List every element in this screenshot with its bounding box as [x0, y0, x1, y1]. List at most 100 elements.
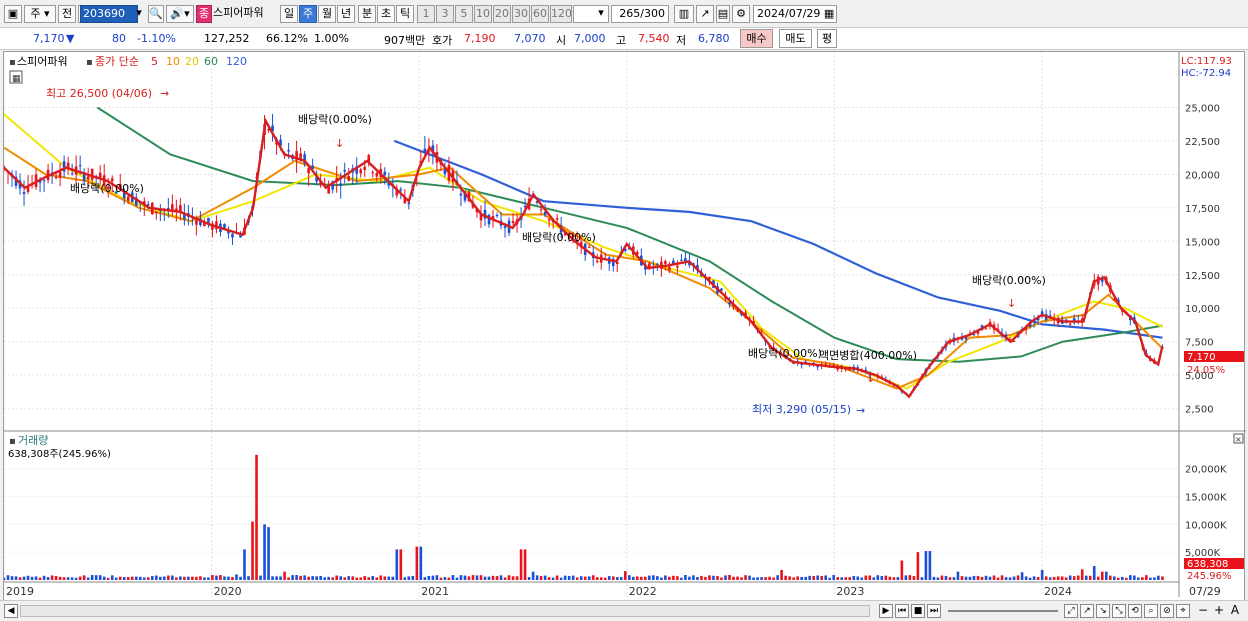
volume-bar — [42, 575, 46, 580]
chart-tool-icon-6[interactable]: ⌕ — [1144, 604, 1158, 618]
tab-week[interactable]: 주 — [299, 5, 317, 23]
volume-bar — [383, 576, 387, 580]
sell-button[interactable]: 매도 — [779, 29, 812, 48]
window-icon[interactable]: ▣ — [4, 5, 22, 23]
volume-bar — [423, 577, 427, 580]
chart-tool-icon-5[interactable]: ⟲ — [1128, 604, 1142, 618]
last-price-tag: 7,170 — [1187, 352, 1216, 363]
zoom-in-button[interactable]: + — [1212, 604, 1226, 618]
y-tick-label: 17,500 — [1185, 204, 1220, 215]
candle-type-icon[interactable]: ▥ — [674, 5, 694, 23]
calendar-icon[interactable]: ▦ — [824, 7, 834, 20]
speaker-icon[interactable]: 🔊▾ — [166, 5, 194, 23]
chart-panel[interactable]: ▪ 스피어파워 ▪ 종가 단순 5 10 20 60 120 ▦ LC:117.… — [2, 51, 1246, 610]
candle-body — [195, 220, 198, 225]
volume-bar — [860, 577, 864, 580]
interval-30[interactable]: 30 — [512, 5, 530, 23]
zoom-slider[interactable] — [948, 610, 1058, 612]
horizontal-scrollbar[interactable] — [20, 605, 870, 617]
chart-tool-icon-1[interactable]: ⤢ — [1064, 604, 1078, 618]
annotation-dividend-5: 배당락(0.00%) — [972, 274, 1046, 287]
gear-icon[interactable]: ⚙ — [732, 5, 750, 23]
code-dropdown-icon[interactable]: ▾ — [132, 5, 146, 23]
tab-second[interactable]: 초 — [377, 5, 395, 23]
lc-label: LC:117.93 — [1181, 56, 1232, 67]
last-page-icon[interactable]: ⏭ — [927, 604, 941, 618]
price-volume-chart[interactable]: ▪ 스피어파워 ▪ 종가 단순 5 10 20 60 120 ▦ LC:117.… — [2, 52, 1246, 610]
chart-tool-icon-3[interactable]: ↘ — [1096, 604, 1110, 618]
volume-bar — [1096, 576, 1100, 580]
before-button[interactable]: 전 — [58, 5, 76, 23]
volume-bar — [944, 575, 948, 580]
stock-code-input[interactable]: 203690 — [80, 5, 138, 23]
volume-bar — [784, 575, 787, 580]
volume-bar — [752, 577, 755, 580]
volume-bar — [852, 575, 856, 580]
font-size-button[interactable]: A — [1228, 604, 1242, 618]
custom-interval-dropdown-icon[interactable]: ▾ — [594, 5, 608, 23]
search-icon[interactable]: 🔍 — [148, 5, 164, 23]
volume-bar — [692, 575, 695, 580]
draw-line-icon[interactable]: ↗ — [696, 5, 714, 23]
ma20-line — [3, 113, 1163, 390]
volume-bar — [86, 577, 90, 580]
volume-bar — [940, 575, 944, 580]
first-page-icon[interactable]: ⏮ — [895, 604, 909, 618]
buy-button[interactable]: 매수 — [740, 29, 773, 48]
volume-bar — [179, 576, 182, 580]
chart-tool-icon-7[interactable]: ⊘ — [1160, 604, 1174, 618]
chart-tool-icon-4[interactable]: ⤡ — [1112, 604, 1126, 618]
volume-bar — [243, 549, 246, 580]
chart-tool-icon-2[interactable]: ↗ — [1080, 604, 1094, 618]
interval-10[interactable]: 10 — [474, 5, 492, 23]
volume-axis: 20,000K 15,000K 10,000K 5,000K — [1185, 465, 1227, 559]
volume-bar — [183, 576, 186, 580]
tab-month[interactable]: 월 — [318, 5, 336, 23]
interval-20[interactable]: 20 — [493, 5, 511, 23]
interval-120[interactable]: 120 — [550, 5, 572, 23]
candle-body — [459, 193, 463, 196]
scroll-left-icon[interactable]: ◀ — [4, 604, 18, 618]
interval-3[interactable]: 3 — [436, 5, 454, 23]
annotation-reverse-split: 액면병합(400.00%) — [819, 349, 917, 362]
zoom-out-button[interactable]: − — [1196, 604, 1210, 618]
volume-bar — [800, 576, 803, 580]
interval-1[interactable]: 1 — [417, 5, 435, 23]
volume-bar — [1104, 571, 1108, 580]
legend-ma5: 5 — [151, 55, 158, 68]
tab-day[interactable]: 일 — [280, 5, 298, 23]
date-input[interactable]: 2024/07/29 ▦ — [753, 5, 837, 23]
interval-5[interactable]: 5 — [455, 5, 473, 23]
volume-bar — [1108, 575, 1112, 580]
ma10-path — [3, 146, 1164, 390]
volume-bar — [828, 577, 832, 580]
eval-button[interactable]: 평 — [817, 29, 837, 48]
volume-bar — [591, 575, 595, 580]
volume-bar — [439, 577, 443, 580]
tab-tick[interactable]: 틱 — [396, 5, 414, 23]
tab-minute[interactable]: 분 — [358, 5, 376, 23]
volume-bar — [58, 576, 62, 580]
interval-60[interactable]: 60 — [531, 5, 549, 23]
ma10-line — [3, 146, 1164, 390]
candle-body — [587, 246, 591, 248]
stop-icon[interactable]: ■ — [911, 604, 925, 618]
chart-tool-icon-8[interactable]: ⌖ — [1176, 604, 1190, 618]
tab-year[interactable]: 년 — [337, 5, 355, 23]
volume-bar — [10, 576, 14, 580]
volume-bar — [1068, 575, 1072, 580]
scroll-right-icon[interactable]: ▶ — [879, 604, 893, 618]
volume-bar — [399, 549, 403, 580]
volume-bar — [868, 575, 872, 580]
volume-bar — [130, 576, 134, 580]
volume-bar — [247, 576, 250, 580]
save-icon[interactable]: ▤ — [716, 5, 730, 23]
volume-bar — [1100, 571, 1104, 580]
volume-bar — [575, 577, 579, 580]
volume-bar — [159, 576, 162, 580]
count-field[interactable]: 265/300 — [611, 5, 669, 23]
volume-bar — [688, 576, 691, 580]
period-select[interactable]: 주 ▾ — [24, 5, 56, 23]
candle-body — [78, 165, 82, 167]
volume-bar — [607, 576, 611, 580]
